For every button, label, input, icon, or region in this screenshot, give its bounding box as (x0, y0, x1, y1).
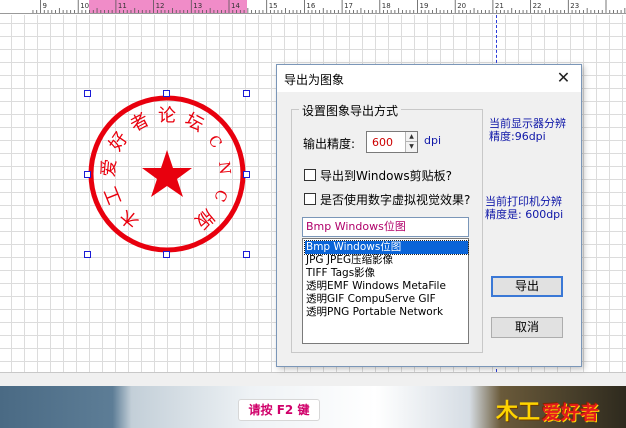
seal-ring-char: C (210, 187, 231, 204)
ruler-label: 11 (118, 2, 127, 10)
format-option[interactable]: 透明GIF CompuServe GIF (305, 293, 468, 306)
seal-ring-char: 坛 (181, 109, 207, 136)
export-image-dialog: 导出为图象 ✕ 设置图象导出方式 输出精度: ▲ ▼ dpi 导出到Window… (276, 64, 582, 367)
seal-stamp-drawing[interactable]: 木工爱好者论坛CNC版 (84, 90, 250, 258)
precision-unit: dpi (424, 134, 442, 147)
selection-handle[interactable] (84, 251, 91, 258)
ruler-label: 12 (156, 2, 165, 10)
ruler-label: 14 (231, 2, 240, 10)
ruler-label: 19 (420, 2, 429, 10)
cancel-button[interactable]: 取消 (491, 317, 563, 338)
precision-stepper[interactable]: ▲ ▼ (366, 131, 418, 153)
stepper-down-icon[interactable]: ▼ (405, 142, 417, 152)
clipboard-label[interactable]: 导出到Windows剪贴板? (320, 167, 452, 184)
ruler-label: 17 (344, 2, 353, 10)
status-bar (0, 372, 626, 386)
selection-handle[interactable] (163, 90, 170, 97)
ruler-label: 16 (306, 2, 315, 10)
seal-ring-char: C (204, 132, 225, 152)
format-combobox[interactable]: Bmp Windows位图 (302, 217, 469, 237)
close-icon[interactable]: ✕ (547, 66, 580, 91)
printer-resolution-line2: 精度是: 600dpi (485, 208, 564, 221)
horizontal-ruler: 9 10 11 12 13 14 15 16 17 18 19 20 21 22 23 (0, 0, 626, 14)
digital-effect-checkbox[interactable] (304, 193, 316, 205)
seal-ring-char: 木 (116, 205, 143, 233)
ruler-label: 15 (269, 2, 278, 10)
format-option[interactable]: TIFF Tags影像 (305, 267, 468, 280)
monitor-resolution-line1: 当前显示器分辨 (489, 117, 566, 130)
monitor-resolution-line2: 精度:96dpi (489, 130, 546, 143)
seal-ring-char: N (215, 160, 234, 175)
logo-mark: 木工 (496, 400, 541, 425)
logo-text: 爱好者 (542, 402, 600, 424)
format-option[interactable]: Bmp Windows位图 (304, 240, 469, 255)
ruler-label: 18 (382, 2, 391, 10)
ruler-label: 10 (80, 2, 89, 10)
forum-logo: 木工 爱好者 (496, 394, 626, 425)
printer-resolution-line1: 当前打印机分辨 (485, 195, 562, 208)
dialog-title: 导出为图象 (284, 73, 345, 87)
forum-banner: 请按 F2 键 木工 爱好者 (0, 386, 626, 428)
format-option[interactable]: 透明EMF Windows MetaFile (305, 280, 468, 293)
f2-hint-badge: 请按 F2 键 (238, 399, 320, 421)
export-button[interactable]: 导出 (491, 276, 563, 297)
selection-handle[interactable] (243, 171, 250, 178)
selection-handle[interactable] (84, 171, 91, 178)
precision-input[interactable] (368, 133, 404, 151)
clipboard-checkbox[interactable] (304, 169, 316, 181)
seal-ring-char: 者 (127, 109, 153, 136)
format-list[interactable]: Bmp Windows位图 JPG JPEG压缩影像 TIFF Tags影像 透… (302, 238, 469, 344)
seal-ring-char: 版 (191, 205, 218, 233)
ruler-label: 20 (457, 2, 466, 10)
seal-ring-char: 好 (105, 128, 132, 155)
seal-ring-char: 论 (158, 106, 176, 127)
ruler-label: 21 (495, 2, 504, 10)
seal-ring-char: 爱 (98, 158, 121, 178)
ruler-label: 23 (570, 2, 579, 10)
seal-star (142, 150, 192, 197)
selection-handle[interactable] (163, 251, 170, 258)
format-option[interactable]: JPG JPEG压缩影像 (305, 254, 468, 267)
precision-label: 输出精度: (303, 137, 356, 151)
selection-handle[interactable] (84, 90, 91, 97)
digital-effect-label[interactable]: 是否使用数字虚拟视觉效果? (320, 191, 470, 208)
dialog-titlebar[interactable]: 导出为图象 ✕ (277, 65, 581, 92)
format-option[interactable]: 透明PNG Portable Network (305, 306, 468, 319)
ruler-ticks: 9 10 11 12 13 14 15 16 17 18 19 20 21 22 23 (32, 0, 626, 13)
group-legend: 设置图象导出方式 (299, 102, 402, 119)
ruler-label: 9 (43, 2, 47, 10)
selection-handle[interactable] (243, 251, 250, 258)
seal-ring-char: 工 (100, 183, 126, 208)
ruler-label: 13 (193, 2, 202, 10)
ruler-label: 22 (533, 2, 542, 10)
stepper-up-icon[interactable]: ▲ (405, 132, 417, 142)
selection-handle[interactable] (243, 90, 250, 97)
